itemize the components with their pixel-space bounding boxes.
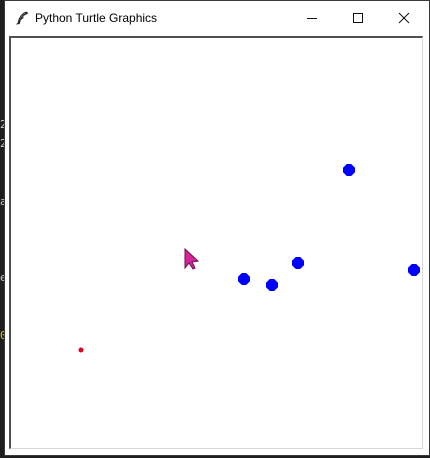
window-title: Python Turtle Graphics (35, 11, 158, 25)
turtle-canvas[interactable] (11, 38, 422, 448)
minimize-icon (307, 18, 317, 19)
close-icon (398, 12, 410, 24)
canvas-background (11, 38, 422, 448)
turtle-window: Python Turtle Graphics (4, 0, 430, 456)
maximize-button[interactable] (335, 1, 381, 35)
feather-icon (16, 11, 29, 25)
food-dot (78, 347, 84, 353)
maximize-icon (353, 13, 363, 23)
close-button[interactable] (381, 1, 427, 35)
minimize-button[interactable] (289, 1, 335, 35)
turtle-canvas-frame (9, 36, 423, 449)
title-bar[interactable]: Python Turtle Graphics (5, 1, 429, 35)
